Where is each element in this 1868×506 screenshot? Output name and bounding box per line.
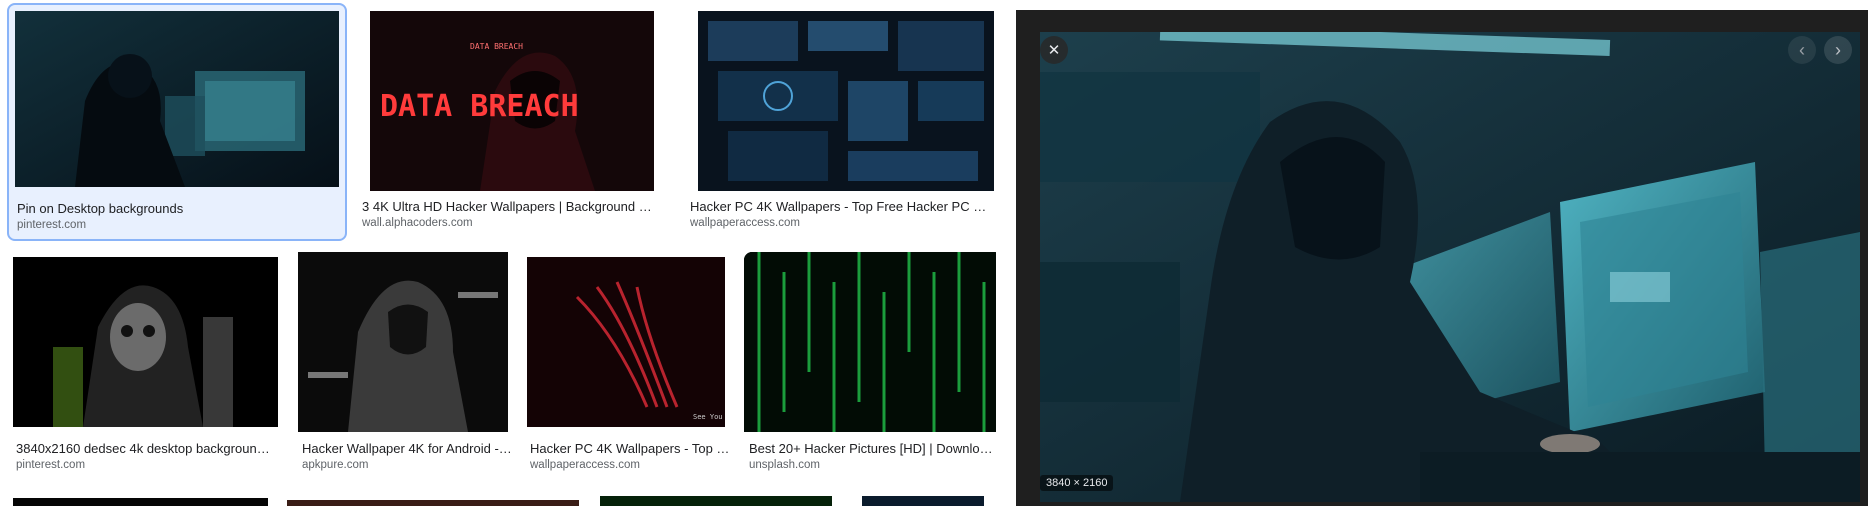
result-thumbnail-1[interactable] xyxy=(15,11,339,187)
result-title-2[interactable]: 3 4K Ultra HD Hacker Wallpapers | Backgr… xyxy=(362,199,652,214)
result-title-1[interactable]: Pin on Desktop backgrounds xyxy=(17,201,337,216)
result-card-1[interactable]: Pin on Desktop backgrounds pinterest.com xyxy=(7,3,347,241)
close-icon[interactable]: ✕ xyxy=(1040,36,1068,64)
result-source-4[interactable]: pinterest.com xyxy=(16,459,271,471)
result-card-5[interactable]: Hacker Wallpaper 4K for Android - ... ap… xyxy=(290,252,520,480)
result-source-1[interactable]: pinterest.com xyxy=(17,219,337,231)
result-thumbnail-4[interactable] xyxy=(13,257,278,427)
result-source-6[interactable]: wallpaperaccess.com xyxy=(530,459,730,471)
result-source-2[interactable]: wall.alphacoders.com xyxy=(362,217,652,229)
result-thumbnail-2[interactable]: DATA BREACH DATA BREACH xyxy=(370,11,654,191)
hacker-android-image xyxy=(298,252,508,432)
result-card-2[interactable]: DATA BREACH DATA BREACH 3 4K Ultra HD Ha… xyxy=(358,3,658,241)
result-title-5[interactable]: Hacker Wallpaper 4K for Android - ... xyxy=(302,441,512,456)
result-thumbnail-9[interactable] xyxy=(287,500,579,506)
see-you-text: See You xyxy=(693,413,723,421)
result-thumbnail-10[interactable] xyxy=(600,496,832,506)
result-card-6[interactable]: See You Hacker PC 4K Wallpapers - Top F.… xyxy=(522,252,742,480)
next-image-icon[interactable]: › xyxy=(1824,36,1852,64)
result-title-6[interactable]: Hacker PC 4K Wallpapers - Top F... xyxy=(530,441,730,456)
image-dimensions-label: 3840 × 2160 xyxy=(1040,475,1114,491)
previous-image-icon[interactable]: ‹ xyxy=(1788,36,1816,64)
matrix-code-image xyxy=(744,252,996,432)
data-breach-image: DATA BREACH DATA BREACH xyxy=(370,11,654,191)
hacker-monitors-image xyxy=(15,11,339,187)
result-thumbnail-7[interactable] xyxy=(744,252,996,432)
result-thumbnail-11[interactable] xyxy=(862,496,984,506)
result-title-4[interactable]: 3840x2160 dedsec 4k desktop background .… xyxy=(16,441,271,456)
image-results-grid: Pin on Desktop backgrounds pinterest.com… xyxy=(0,0,1010,506)
hacker-monitors-large-image xyxy=(1040,32,1860,502)
result-thumbnail-6[interactable]: See You xyxy=(527,257,725,427)
data-breach-big-text: DATA BREACH xyxy=(380,89,579,124)
result-thumbnail-8[interactable] xyxy=(13,498,268,506)
result-thumbnail-3[interactable] xyxy=(698,11,994,191)
result-source-3[interactable]: wallpaperaccess.com xyxy=(690,217,990,229)
result-card-3[interactable]: Hacker PC 4K Wallpapers - Top Free Hacke… xyxy=(684,3,1000,241)
red-code-hand-image: See You xyxy=(527,257,725,427)
result-card-7[interactable]: Best 20+ Hacker Pictures [HD] | Download… xyxy=(744,252,1002,480)
result-title-7[interactable]: Best 20+ Hacker Pictures [HD] | Download… xyxy=(749,441,994,456)
data-breach-small-text: DATA BREACH xyxy=(470,42,523,51)
result-source-5[interactable]: apkpure.com xyxy=(302,459,512,471)
result-card-4[interactable]: 3840x2160 dedsec 4k desktop background .… xyxy=(8,252,288,480)
preview-image[interactable] xyxy=(1040,32,1860,502)
result-source-7[interactable]: unsplash.com xyxy=(749,459,994,471)
image-preview-panel: ✕ ‹ › 3840 × 2160 xyxy=(1016,10,1868,506)
result-thumbnail-5[interactable] xyxy=(298,252,508,432)
dedsec-skull-image xyxy=(13,257,278,427)
result-title-3[interactable]: Hacker PC 4K Wallpapers - Top Free Hacke… xyxy=(690,199,990,214)
hacker-dashboard-image xyxy=(698,11,994,191)
